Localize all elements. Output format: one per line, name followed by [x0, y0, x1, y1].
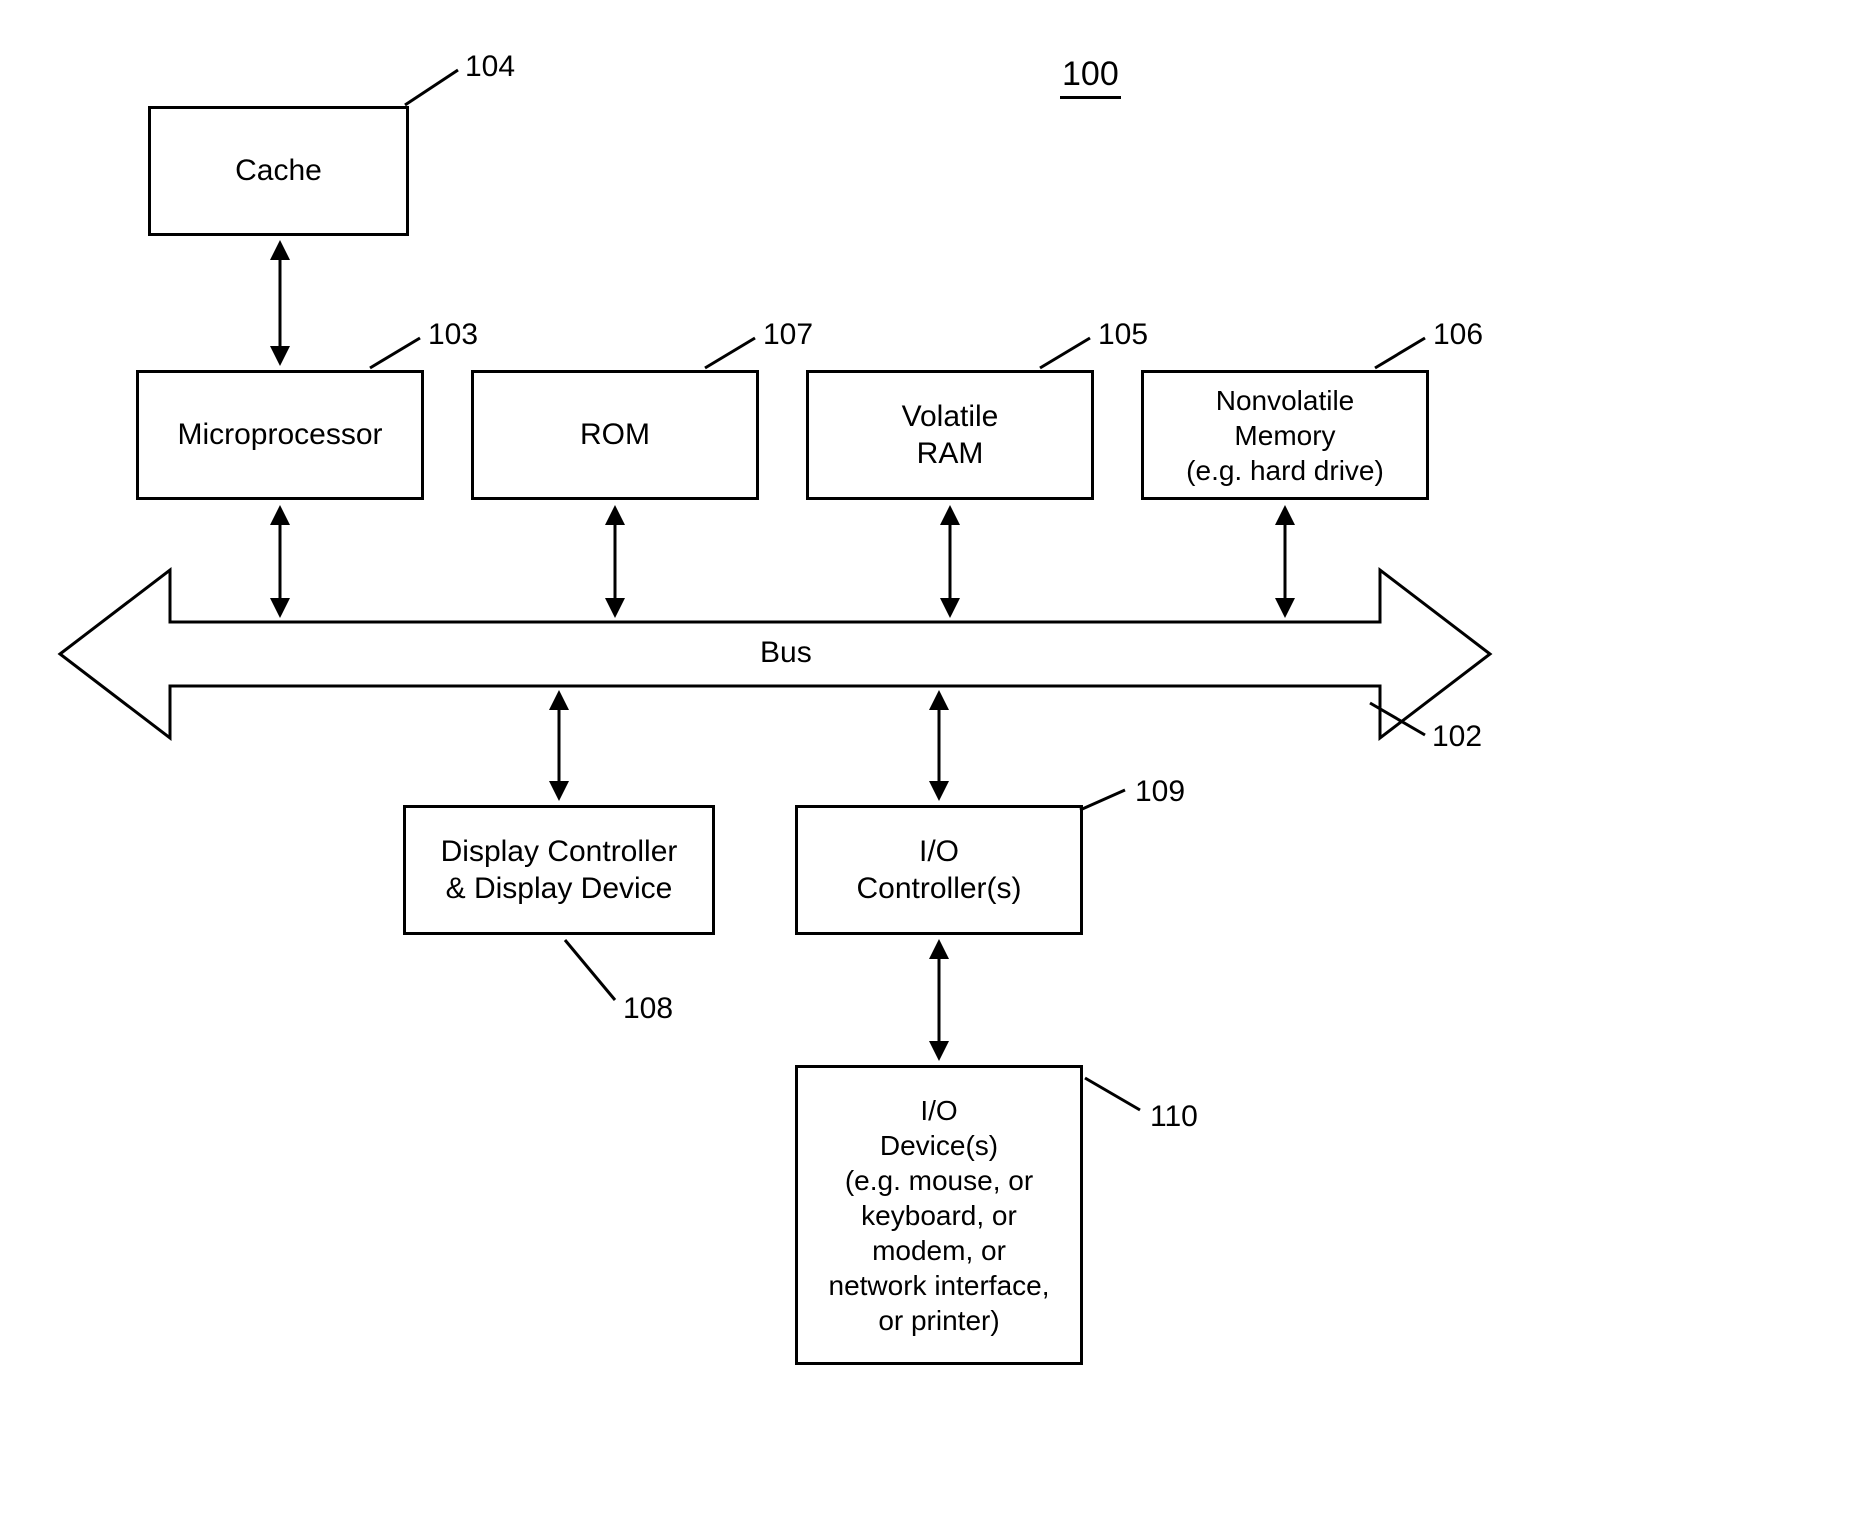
ref-nvmem: 106: [1433, 318, 1483, 352]
block-vram-label: Volatile RAM: [902, 398, 999, 473]
diagram-stage: 100 Cache 104 Microprocessor 103 ROM 107…: [0, 0, 1852, 1533]
ref-bus: 102: [1432, 720, 1482, 754]
block-rom-label: ROM: [580, 416, 650, 454]
block-microprocessor: Microprocessor: [136, 370, 424, 500]
block-rom: ROM: [471, 370, 759, 500]
ref-display: 108: [623, 992, 673, 1026]
block-display: Display Controller & Display Device: [403, 805, 715, 935]
block-cache: Cache: [148, 106, 409, 236]
figure-number: 100: [1060, 55, 1121, 99]
block-nvmem: Nonvolatile Memory (e.g. hard drive): [1141, 370, 1429, 500]
bus-label: Bus: [760, 636, 812, 670]
block-ioctrl: I/O Controller(s): [795, 805, 1083, 935]
leader-106: [1375, 338, 1425, 368]
block-cache-label: Cache: [235, 152, 322, 190]
block-iodev: I/O Device(s) (e.g. mouse, or keyboard, …: [795, 1065, 1083, 1365]
block-nvmem-label: Nonvolatile Memory (e.g. hard drive): [1186, 383, 1384, 488]
block-iodev-label: I/O Device(s) (e.g. mouse, or keyboard, …: [829, 1093, 1050, 1338]
leader-103: [370, 338, 420, 368]
ref-microprocessor: 103: [428, 318, 478, 352]
leader-108: [565, 940, 615, 1000]
leader-102: [1370, 703, 1425, 735]
ref-cache: 104: [465, 50, 515, 84]
ref-rom: 107: [763, 318, 813, 352]
block-vram: Volatile RAM: [806, 370, 1094, 500]
block-display-label: Display Controller & Display Device: [441, 833, 678, 908]
ref-vram: 105: [1098, 318, 1148, 352]
leader-109: [1080, 790, 1125, 810]
leader-105: [1040, 338, 1090, 368]
ref-iodev: 110: [1150, 1100, 1198, 1134]
leader-107: [705, 338, 755, 368]
block-ioctrl-label: I/O Controller(s): [856, 833, 1021, 908]
leader-110: [1085, 1078, 1140, 1110]
leader-104: [405, 70, 458, 105]
ref-ioctrl: 109: [1135, 775, 1185, 809]
block-microprocessor-label: Microprocessor: [177, 416, 382, 454]
